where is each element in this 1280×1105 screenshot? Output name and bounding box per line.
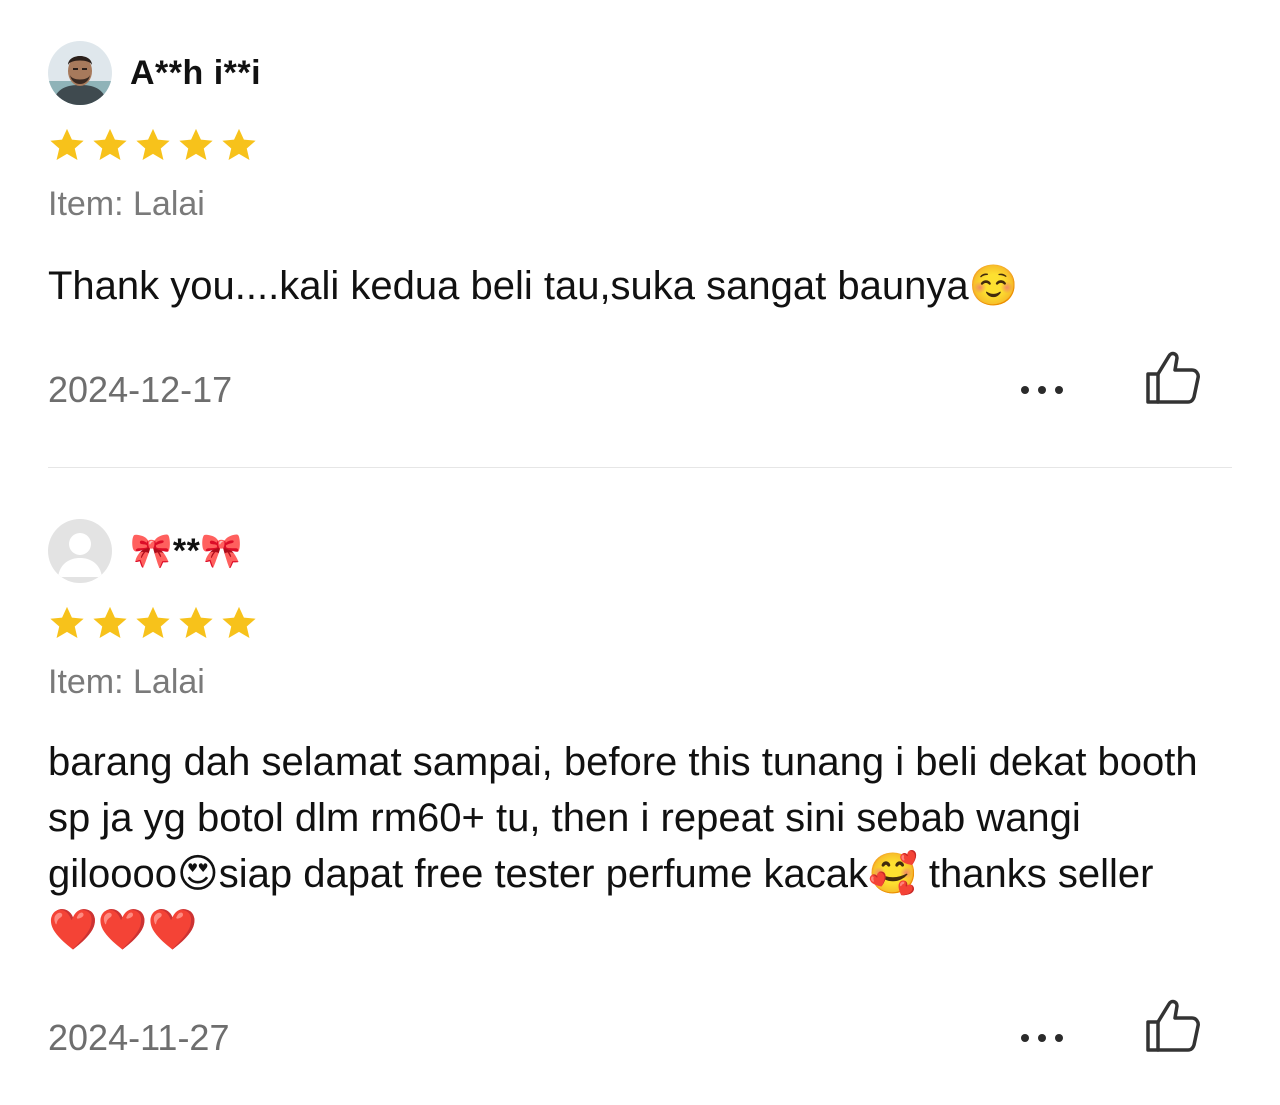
ellipsis-icon	[1055, 1034, 1063, 1042]
user-photo-avatar[interactable]	[48, 41, 112, 105]
star-rating	[48, 604, 1232, 644]
review-date: 2024-12-17	[48, 369, 233, 410]
ellipsis-icon	[1055, 386, 1063, 394]
star-icon	[136, 128, 170, 161]
ellipsis-icon	[1038, 386, 1046, 394]
star-icon	[93, 128, 127, 161]
ellipsis-icon	[1021, 1034, 1029, 1042]
item-variant: Item: Lalai	[48, 185, 205, 223]
review-card: A**h i**i Item: Lalai Thank you....kali …	[48, 40, 1232, 412]
star-icon	[179, 128, 213, 161]
reviewer-header: 🎀**🎀	[48, 518, 1232, 584]
star-icon	[50, 128, 84, 161]
star-icon	[93, 606, 127, 639]
review-card: 🎀**🎀 Item: Lalai barang dah selamat samp…	[48, 518, 1232, 1060]
review-footer: 2024-12-17	[48, 351, 1232, 412]
more-options-button[interactable]	[1012, 1020, 1072, 1056]
star-icon	[179, 606, 213, 639]
ellipsis-icon	[1021, 386, 1029, 394]
thumbs-up-icon[interactable]	[1142, 994, 1204, 1056]
star-icon	[136, 606, 170, 639]
reviewer-name: 🎀**🎀	[130, 532, 244, 570]
reviewer-name: A**h i**i	[130, 54, 262, 92]
star-icon	[50, 606, 84, 639]
thumbs-up-icon[interactable]	[1142, 346, 1204, 408]
reviewer-header: A**h i**i	[48, 40, 1232, 106]
star-rating	[48, 126, 1232, 166]
item-variant: Item: Lalai	[48, 663, 205, 701]
review-divider	[48, 467, 1232, 468]
avatar-photo-icon	[48, 41, 112, 105]
ellipsis-icon	[1038, 1034, 1046, 1042]
review-date: 2024-11-27	[48, 1017, 230, 1058]
more-options-button[interactable]	[1012, 372, 1072, 408]
review-comment: barang dah selamat sampai, before this t…	[48, 740, 1198, 952]
star-icon	[222, 606, 256, 639]
star-icon	[222, 128, 256, 161]
review-footer: 2024-11-27	[48, 999, 1232, 1060]
default-user-avatar[interactable]	[48, 519, 112, 583]
default-avatar-icon	[48, 519, 112, 583]
review-comment: Thank you....kali kedua beli tau,suka sa…	[48, 264, 1019, 308]
